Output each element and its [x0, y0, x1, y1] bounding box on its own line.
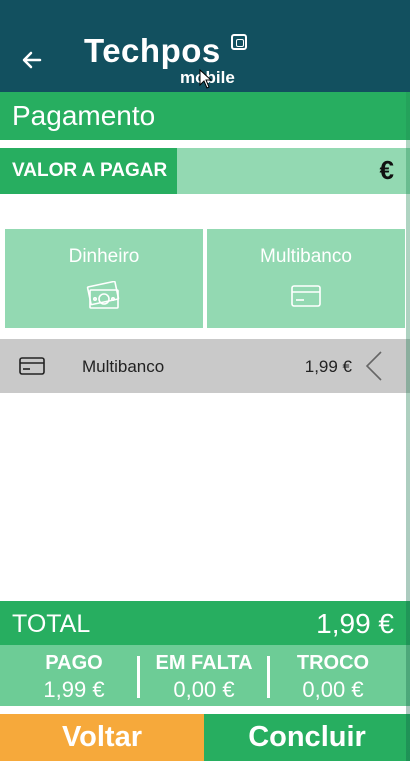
back-button[interactable]: Voltar: [0, 714, 204, 761]
amount-label: VALOR A PAGAR: [0, 148, 177, 194]
payment-row[interactable]: Multibanco 1,99 €: [0, 339, 410, 393]
summary-missing: EM FALTA 0,00 €: [136, 645, 272, 706]
missing-label: EM FALTA: [155, 652, 253, 674]
method-button-multibanco[interactable]: Multibanco: [207, 229, 405, 328]
card-icon: [19, 357, 45, 375]
total-label: TOTAL: [12, 610, 91, 638]
amount-currency: €: [379, 155, 394, 185]
summary-paid: PAGO 1,99 €: [6, 645, 142, 706]
page-title: Pagamento: [12, 100, 156, 131]
app-logo: Techpos mobile: [84, 30, 254, 90]
method-label: Multibanco: [260, 246, 352, 267]
logo-mark-icon: [231, 34, 247, 50]
payment-summary: PAGO 1,99 € EM FALTA 0,00 € TROCO 0,00 €: [0, 645, 410, 706]
method-button-cash[interactable]: Dinheiro: [5, 229, 203, 328]
paid-label: PAGO: [45, 652, 103, 674]
change-value: 0,00 €: [302, 677, 364, 702]
payment-method-name: Multibanco: [82, 357, 165, 376]
arrow-left-icon[interactable]: [18, 46, 46, 74]
payment-amount: 1,99 €: [304, 357, 352, 376]
summary-change: TROCO 0,00 €: [265, 645, 401, 706]
total-row: TOTAL 1,99 €: [0, 601, 410, 645]
chevron-left-icon[interactable]: [364, 350, 384, 382]
paid-value: 1,99 €: [43, 677, 105, 702]
page-title-bar: Pagamento: [0, 92, 410, 140]
method-label: Dinheiro: [68, 246, 140, 267]
logo-name: Techpos: [84, 32, 221, 69]
conclude-button[interactable]: Concluir: [204, 714, 410, 761]
app-header: Techpos mobile: [0, 0, 410, 92]
total-value: 1,99 €: [316, 608, 394, 639]
mouse-cursor-icon: [199, 69, 213, 89]
edge-strip: [406, 92, 410, 761]
cash-icon: [86, 281, 120, 309]
card-icon: [291, 285, 321, 307]
amount-row[interactable]: VALOR A PAGAR €: [0, 148, 410, 194]
missing-value: 0,00 €: [173, 677, 235, 702]
change-label: TROCO: [296, 652, 370, 674]
